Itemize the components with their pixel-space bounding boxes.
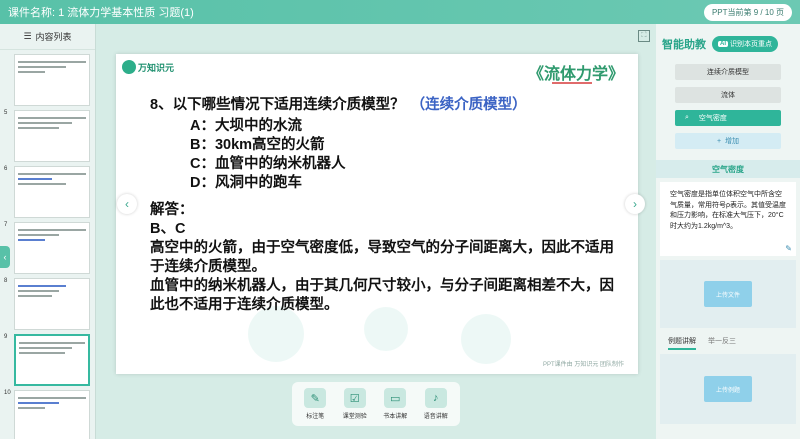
search-icon: ⌕ bbox=[685, 114, 689, 121]
question-hint: （连续介质模型） bbox=[410, 97, 527, 113]
thumbnail-number: 8 bbox=[4, 278, 8, 284]
content-list-header[interactable]: ☰ 内容列表 bbox=[0, 24, 95, 50]
logo-mark-icon bbox=[122, 60, 136, 74]
brand-logo: 万知识元 bbox=[122, 60, 174, 74]
knowledge-point-list: 连续介质模型 流体 ⌕ 空气密度 + 增加 bbox=[656, 64, 800, 149]
page-indicator: PPT当前第 9 / 10 页 bbox=[703, 3, 792, 21]
upload-file-area: 上传文件 bbox=[660, 260, 796, 328]
thumbnail-number: 10 bbox=[4, 390, 11, 396]
logo-text: 万知识元 bbox=[138, 62, 175, 73]
list-icon: ☰ bbox=[23, 31, 32, 41]
explanation-2: 血管中的纳米机器人，由于其几何尺寸较小，与分子间距离相差不大，因此也不适用于连续… bbox=[150, 278, 614, 313]
ai-assistant-panel: 智能助教 AI 识别本页重点 连续介质模型 流体 ⌕ 空气密度 + 增加 空气密… bbox=[656, 24, 800, 439]
slide-content: 8、以下哪些情况下适用连续介质模型？ （连续介质模型） A：大坝中的水流 B：30… bbox=[150, 96, 620, 315]
slide-thumbnail[interactable]: 10 bbox=[4, 390, 90, 439]
pen-icon: ✎ bbox=[304, 388, 327, 408]
edit-icon[interactable]: ✎ bbox=[785, 244, 792, 255]
knowledge-point-item[interactable]: 流体 bbox=[675, 87, 781, 103]
plus-icon: + bbox=[716, 137, 722, 145]
assistant-brand: 智能助教 bbox=[662, 39, 706, 51]
content-list-label: 内容列表 bbox=[35, 32, 72, 42]
quiz-icon: ☑ bbox=[343, 388, 366, 408]
voice-tool-button[interactable]: ♪ 语音讲解 bbox=[424, 388, 448, 420]
content-list-sidebar: ☰ 内容列表 5 6 7 8 9 10 ‹ bbox=[0, 24, 96, 439]
option-d: D：风洞中的跑车 bbox=[190, 175, 302, 191]
thumbnail-number: 9 bbox=[4, 334, 8, 340]
tab-inference[interactable]: 举一反三 bbox=[708, 336, 736, 350]
tab-example-explanation[interactable]: 例题讲解 bbox=[668, 336, 696, 350]
next-slide-button[interactable]: › bbox=[625, 194, 645, 214]
course-title: 课件名称: 1 流体力学基本性质 习题(1) bbox=[8, 7, 194, 19]
answer-value: B、C bbox=[150, 221, 186, 237]
knowledge-point-item-active[interactable]: ⌕ 空气密度 bbox=[675, 110, 781, 126]
slide-thumbnail[interactable]: 7 bbox=[4, 222, 90, 274]
ai-icon: AI bbox=[718, 41, 728, 47]
definition-text: 空气密度是指单位体积空气中所含空气质量，常用符号ρ表示。其值受温度和压力影响，在… bbox=[670, 191, 786, 230]
option-c: C：血管中的纳米机器人 bbox=[190, 156, 346, 172]
chevron-left-icon: ‹ bbox=[125, 197, 129, 211]
answer-label: 解答： bbox=[150, 202, 194, 218]
assistant-header: 智能助教 AI 识别本页重点 bbox=[656, 24, 800, 64]
bottom-toolbar: ✎ 标注笔 ☑ 课堂测验 ▭ 书本讲解 ♪ 语音讲解 bbox=[292, 382, 460, 426]
identify-key-points-button[interactable]: AI 识别本页重点 bbox=[712, 36, 778, 52]
book-tool-button[interactable]: ▭ 书本讲解 bbox=[383, 388, 407, 420]
chevron-left-icon: ‹ bbox=[3, 252, 7, 262]
slide-course-title: 《流体力学》 bbox=[527, 64, 624, 83]
prev-slide-button[interactable]: ‹ bbox=[117, 194, 137, 214]
slide-thumbnail[interactable]: 6 bbox=[4, 166, 90, 218]
fullscreen-icon[interactable]: ⛶ bbox=[638, 30, 650, 42]
upload-example-area: 上传例题 bbox=[660, 354, 796, 424]
voice-icon: ♪ bbox=[424, 388, 447, 408]
slide-stage: ⛶ 万知识元 《流体力学》 8、以下哪些情况下适用连续介质模型？ （连续介质模型）… bbox=[96, 24, 656, 439]
thumbnail-number: 6 bbox=[4, 166, 8, 172]
slide-thumbnail-active[interactable]: 9 bbox=[4, 334, 90, 386]
quiz-tool-button[interactable]: ☑ 课堂测验 bbox=[343, 388, 367, 420]
course-title-underline bbox=[552, 82, 592, 84]
slide-footer: PPT课件由 万知识元 团队制作 bbox=[542, 362, 624, 368]
book-icon: ▭ bbox=[384, 388, 407, 408]
add-knowledge-point-button[interactable]: + 增加 bbox=[675, 133, 781, 149]
definition-title: 空气密度 bbox=[656, 160, 800, 178]
upload-file-button[interactable]: 上传文件 bbox=[704, 281, 752, 307]
definition-card: 空气密度是指单位体积空气中所含空气质量，常用符号ρ表示。其值受温度和压力影响，在… bbox=[660, 182, 796, 256]
top-bar: 课件名称: 1 流体力学基本性质 习题(1) PPT当前第 9 / 10 页 bbox=[0, 0, 800, 24]
chevron-right-icon: › bbox=[633, 197, 637, 211]
thumbnail-number: 5 bbox=[4, 110, 8, 116]
example-tabs: 例题讲解 举一反三 bbox=[668, 336, 736, 350]
question-text: 8、以下哪些情况下适用连续介质模型？ bbox=[150, 97, 405, 113]
slide-thumbnail[interactable]: 8 bbox=[4, 278, 90, 330]
slide-canvas: 万知识元 《流体力学》 8、以下哪些情况下适用连续介质模型？ （连续介质模型） A… bbox=[116, 54, 638, 374]
slide-thumbnail-list: 5 6 7 8 9 10 bbox=[0, 54, 95, 439]
upload-example-button[interactable]: 上传例题 bbox=[704, 376, 752, 402]
option-b: B：30km高空的火箭 bbox=[190, 137, 325, 153]
question: 8、以下哪些情况下适用连续介质模型？ （连续介质模型） bbox=[150, 96, 620, 115]
thumbnail-number: 7 bbox=[4, 222, 8, 228]
collapse-sidebar-button[interactable]: ‹ bbox=[0, 246, 10, 268]
option-a: A：大坝中的水流 bbox=[190, 118, 302, 134]
explanation-1: 高空中的火箭，由于空气密度低，导致空气的分子间距离大，因此不适用于连续介质模型。 bbox=[150, 240, 614, 275]
slide-thumbnail[interactable]: 5 bbox=[4, 110, 90, 162]
knowledge-point-item[interactable]: 连续介质模型 bbox=[675, 64, 781, 80]
slide-thumbnail[interactable] bbox=[14, 54, 90, 106]
pen-tool-button[interactable]: ✎ 标注笔 bbox=[304, 388, 327, 420]
